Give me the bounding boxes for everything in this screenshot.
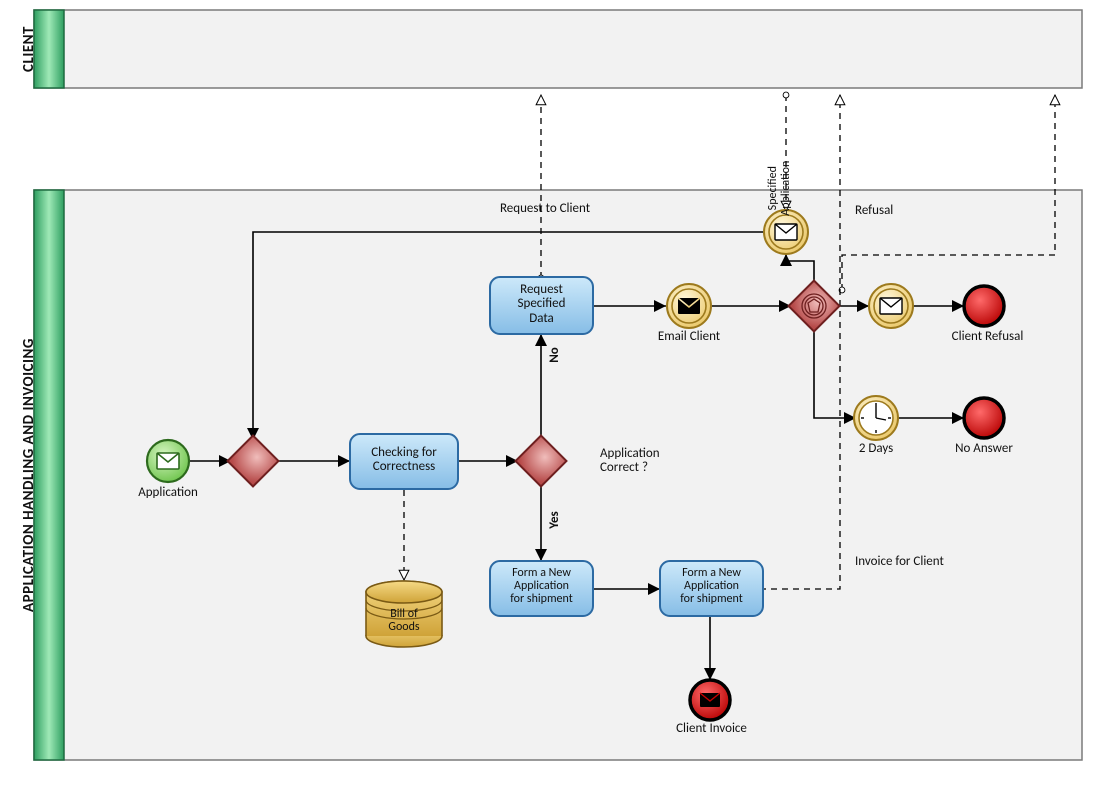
pool-title-client: CLIENT [14,10,44,88]
label-edge-no: No [548,335,562,375]
label-edge-yes: Yes [548,500,562,540]
label-edge-request: Request to Client [470,202,620,216]
label-edge-specapp: Specified Application [767,143,793,233]
event-end-client-refusal [964,286,1004,326]
pool-title-app: APPLICATION HANDLING AND INVOICING [14,190,44,760]
label-start-app: Application [128,486,208,500]
event-end-no-answer [964,398,1004,438]
label-bill-of-goods: Bill of Goods [374,608,434,634]
pool-application [34,190,1082,760]
label-task-checking: Checking for Correctness [350,446,458,475]
event-timer-2days [854,396,898,440]
label-email-client: Email Client [649,330,729,344]
event-end-client-invoice [690,680,730,720]
pool-client [34,10,1082,88]
label-task-form1: Form a New Application for shipment [490,567,593,607]
label-edge-refusal: Refusal [855,204,925,218]
label-gw-appcorrect: Application Correct ? [600,447,700,476]
label-task-request: Request Specified Data [490,283,593,326]
label-edge-invoice: Invoice for Client [855,555,985,569]
event-refusal [869,284,913,328]
label-end-invoice: Client Invoice [664,722,759,736]
label-end-refusal: Client Refusal [940,330,1035,344]
event-email-client [667,284,711,328]
label-timer: 2 Days [846,442,906,456]
diagram-canvas: CLIENT APPLICATION HANDLING AND INVOICIN… [0,0,1096,795]
label-task-form2: Form a New Application for shipment [660,567,763,607]
event-start-application [147,440,189,482]
label-end-noanswer: No Answer [944,442,1024,456]
bpmn-svg [0,0,1096,795]
